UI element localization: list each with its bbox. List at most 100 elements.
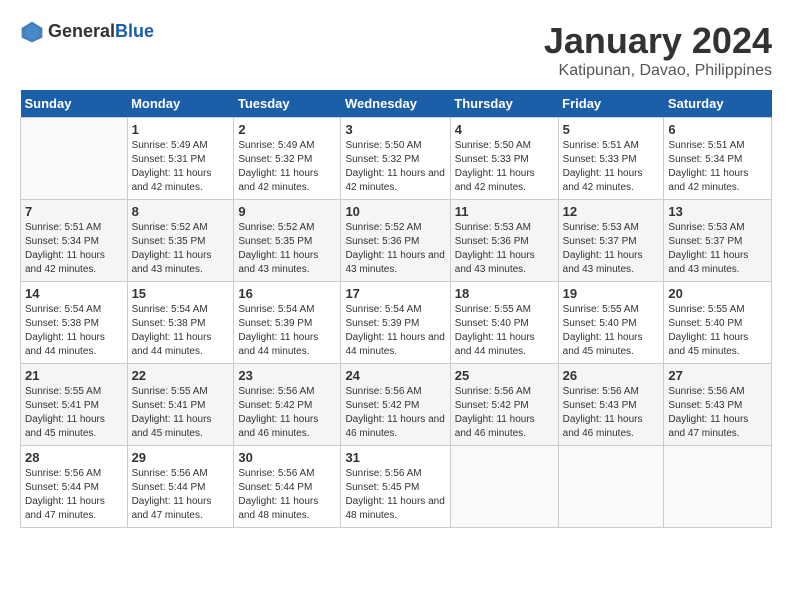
day-header-friday: Friday	[558, 90, 664, 118]
calendar-subtitle: Katipunan, Davao, Philippines	[544, 62, 772, 80]
calendar-cell: 8 Sunrise: 5:52 AM Sunset: 5:35 PM Daylig…	[127, 200, 234, 282]
day-number: 24	[345, 368, 445, 383]
day-number: 7	[25, 204, 123, 219]
calendar-cell: 18 Sunrise: 5:55 AM Sunset: 5:40 PM Dayli…	[450, 282, 558, 364]
day-info: Sunrise: 5:51 AM Sunset: 5:33 PM Dayligh…	[563, 139, 660, 195]
logo: GeneralBlue	[20, 20, 154, 44]
day-number: 10	[345, 204, 445, 219]
day-header-tuesday: Tuesday	[234, 90, 341, 118]
day-number: 23	[238, 368, 336, 383]
calendar-week-row: 28 Sunrise: 5:56 AM Sunset: 5:44 PM Dayli…	[21, 446, 772, 528]
logo-general: General	[48, 21, 115, 41]
calendar-cell: 12 Sunrise: 5:53 AM Sunset: 5:37 PM Dayli…	[558, 200, 664, 282]
day-info: Sunrise: 5:56 AM Sunset: 5:44 PM Dayligh…	[132, 467, 230, 523]
day-number: 21	[25, 368, 123, 383]
day-info: Sunrise: 5:53 AM Sunset: 5:36 PM Dayligh…	[455, 221, 554, 277]
calendar-cell: 31 Sunrise: 5:56 AM Sunset: 5:45 PM Dayli…	[341, 446, 450, 528]
day-header-monday: Monday	[127, 90, 234, 118]
calendar-cell: 15Sunrise: 5:54 AM Sunset: 5:38 PM Dayli…	[127, 282, 234, 364]
calendar-cell: 28 Sunrise: 5:56 AM Sunset: 5:44 PM Dayli…	[21, 446, 128, 528]
day-number: 9	[238, 204, 336, 219]
calendar-cell: 30Sunrise: 5:56 AM Sunset: 5:44 PM Dayli…	[234, 446, 341, 528]
day-header-saturday: Saturday	[664, 90, 772, 118]
day-info: Sunrise: 5:49 AM Sunset: 5:32 PM Dayligh…	[238, 139, 336, 195]
day-info: Sunrise: 5:49 AM Sunset: 5:31 PM Dayligh…	[132, 139, 230, 195]
day-number: 16	[238, 286, 336, 301]
page-header: GeneralBlue January 2024 Katipunan, Dava…	[20, 20, 772, 80]
day-info: Sunrise: 5:56 AM Sunset: 5:43 PM Dayligh…	[563, 385, 660, 441]
day-number: 20	[668, 286, 767, 301]
calendar-cell: 2Sunrise: 5:49 AM Sunset: 5:32 PM Daylig…	[234, 118, 341, 200]
calendar-cell: 27Sunrise: 5:56 AM Sunset: 5:43 PM Dayli…	[664, 364, 772, 446]
calendar-cell: 26 Sunrise: 5:56 AM Sunset: 5:43 PM Dayli…	[558, 364, 664, 446]
calendar-cell: 25 Sunrise: 5:56 AM Sunset: 5:42 PM Dayli…	[450, 364, 558, 446]
calendar-cell: 20 Sunrise: 5:55 AM Sunset: 5:40 PM Dayli…	[664, 282, 772, 364]
calendar-cell: 4Sunrise: 5:50 AM Sunset: 5:33 PM Daylig…	[450, 118, 558, 200]
day-number: 5	[563, 122, 660, 137]
calendar-week-row: 1Sunrise: 5:49 AM Sunset: 5:31 PM Daylig…	[21, 118, 772, 200]
day-info: Sunrise: 5:55 AM Sunset: 5:40 PM Dayligh…	[455, 303, 554, 359]
calendar-cell: 9 Sunrise: 5:52 AM Sunset: 5:35 PM Daylig…	[234, 200, 341, 282]
logo-icon	[20, 20, 44, 44]
day-info: Sunrise: 5:52 AM Sunset: 5:36 PM Dayligh…	[345, 221, 445, 277]
day-number: 11	[455, 204, 554, 219]
day-header-sunday: Sunday	[21, 90, 128, 118]
day-info: Sunrise: 5:56 AM Sunset: 5:44 PM Dayligh…	[238, 467, 336, 523]
day-number: 17	[345, 286, 445, 301]
days-header-row: SundayMondayTuesdayWednesdayThursdayFrid…	[21, 90, 772, 118]
day-header-wednesday: Wednesday	[341, 90, 450, 118]
day-info: Sunrise: 5:52 AM Sunset: 5:35 PM Dayligh…	[132, 221, 230, 277]
calendar-week-row: 7Sunrise: 5:51 AM Sunset: 5:34 PM Daylig…	[21, 200, 772, 282]
calendar-cell: 14Sunrise: 5:54 AM Sunset: 5:38 PM Dayli…	[21, 282, 128, 364]
calendar-cell: 22 Sunrise: 5:55 AM Sunset: 5:41 PM Dayli…	[127, 364, 234, 446]
logo-text: GeneralBlue	[48, 22, 154, 42]
calendar-cell: 17 Sunrise: 5:54 AM Sunset: 5:39 PM Dayli…	[341, 282, 450, 364]
day-number: 25	[455, 368, 554, 383]
calendar-title: January 2024	[544, 20, 772, 62]
day-info: Sunrise: 5:50 AM Sunset: 5:32 PM Dayligh…	[345, 139, 445, 195]
day-number: 8	[132, 204, 230, 219]
day-number: 28	[25, 450, 123, 465]
day-number: 18	[455, 286, 554, 301]
day-number: 31	[345, 450, 445, 465]
logo-blue: Blue	[115, 21, 154, 41]
title-section: January 2024 Katipunan, Davao, Philippin…	[544, 20, 772, 80]
day-number: 14	[25, 286, 123, 301]
calendar-cell: 23Sunrise: 5:56 AM Sunset: 5:42 PM Dayli…	[234, 364, 341, 446]
calendar-cell: 10 Sunrise: 5:52 AM Sunset: 5:36 PM Dayli…	[341, 200, 450, 282]
day-number: 13	[668, 204, 767, 219]
calendar-week-row: 14 Sunrise: 5:54 AM Sunset: 5:38 PM Dayli…	[21, 282, 772, 364]
day-info: Sunrise: 5:55 AM Sunset: 5:41 PM Dayligh…	[25, 385, 123, 441]
day-info: Sunrise: 5:56 AM Sunset: 5:45 PM Dayligh…	[345, 467, 445, 523]
day-number: 29	[132, 450, 230, 465]
day-info: Sunrise: 5:54 AM Sunset: 5:39 PM Dayligh…	[238, 303, 336, 359]
day-info: Sunrise: 5:55 AM Sunset: 5:40 PM Dayligh…	[668, 303, 767, 359]
day-info: Sunrise: 5:56 AM Sunset: 5:43 PM Dayligh…	[668, 385, 767, 441]
calendar-cell	[664, 446, 772, 528]
day-info: Sunrise: 5:56 AM Sunset: 5:42 PM Dayligh…	[455, 385, 554, 441]
day-info: Sunrise: 5:52 AM Sunset: 5:35 PM Dayligh…	[238, 221, 336, 277]
calendar-cell: 19Sunrise: 5:55 AM Sunset: 5:40 PM Dayli…	[558, 282, 664, 364]
day-number: 4	[455, 122, 554, 137]
calendar-cell	[450, 446, 558, 528]
calendar-cell: 24Sunrise: 5:56 AM Sunset: 5:42 PM Dayli…	[341, 364, 450, 446]
calendar-cell: 29 Sunrise: 5:56 AM Sunset: 5:44 PM Dayli…	[127, 446, 234, 528]
day-number: 26	[563, 368, 660, 383]
day-info: Sunrise: 5:53 AM Sunset: 5:37 PM Dayligh…	[563, 221, 660, 277]
day-number: 6	[668, 122, 767, 137]
day-info: Sunrise: 5:54 AM Sunset: 5:38 PM Dayligh…	[132, 303, 230, 359]
day-number: 3	[345, 122, 445, 137]
calendar-cell: 21 Sunrise: 5:55 AM Sunset: 5:41 PM Dayli…	[21, 364, 128, 446]
day-number: 22	[132, 368, 230, 383]
day-info: Sunrise: 5:54 AM Sunset: 5:39 PM Dayligh…	[345, 303, 445, 359]
calendar-cell: 11 Sunrise: 5:53 AM Sunset: 5:36 PM Dayli…	[450, 200, 558, 282]
day-info: Sunrise: 5:55 AM Sunset: 5:41 PM Dayligh…	[132, 385, 230, 441]
calendar-cell: 6Sunrise: 5:51 AM Sunset: 5:34 PM Daylig…	[664, 118, 772, 200]
day-number: 12	[563, 204, 660, 219]
day-header-thursday: Thursday	[450, 90, 558, 118]
calendar-cell: 3 Sunrise: 5:50 AM Sunset: 5:32 PM Daylig…	[341, 118, 450, 200]
day-info: Sunrise: 5:56 AM Sunset: 5:44 PM Dayligh…	[25, 467, 123, 523]
calendar-table: SundayMondayTuesdayWednesdayThursdayFrid…	[20, 90, 772, 528]
day-number: 19	[563, 286, 660, 301]
calendar-cell: 7Sunrise: 5:51 AM Sunset: 5:34 PM Daylig…	[21, 200, 128, 282]
